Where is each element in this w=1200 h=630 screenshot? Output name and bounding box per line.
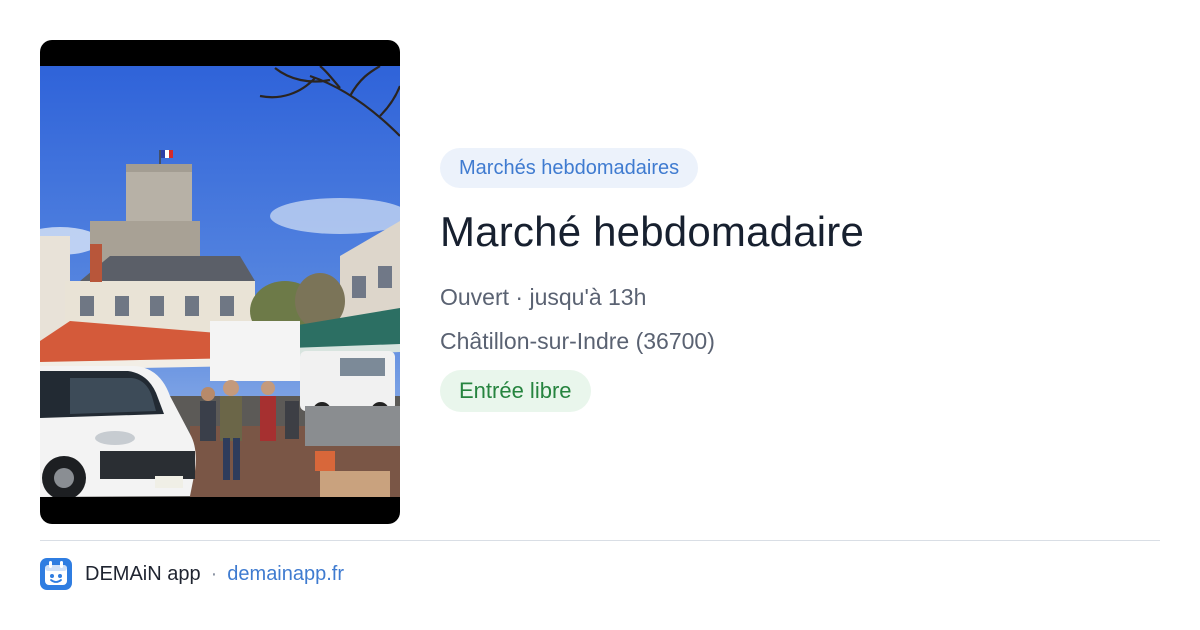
opening-status: Ouvert · jusqu'à 13h — [440, 284, 647, 310]
app-domain-link[interactable]: demainapp.fr — [227, 563, 344, 586]
access-badge: Entrée libre — [440, 370, 591, 412]
event-photo — [40, 40, 400, 524]
demain-app-logo-icon — [40, 558, 72, 590]
event-location: Châtillon-sur-Indre (36700) — [440, 328, 715, 354]
footer: DEMAiN app · demainapp.fr — [40, 558, 344, 590]
app-name: DEMAiN app — [85, 562, 201, 585]
event-title: Marché hebdomadaire — [440, 208, 865, 255]
market-photo-illustration — [40, 66, 400, 497]
category-badge[interactable]: Marchés hebdomadaires — [440, 148, 699, 188]
footer-divider — [40, 540, 1160, 541]
event-info: Marchés hebdomadaires Marché hebdomadair… — [440, 148, 1160, 412]
footer-separator: · — [210, 562, 218, 585]
